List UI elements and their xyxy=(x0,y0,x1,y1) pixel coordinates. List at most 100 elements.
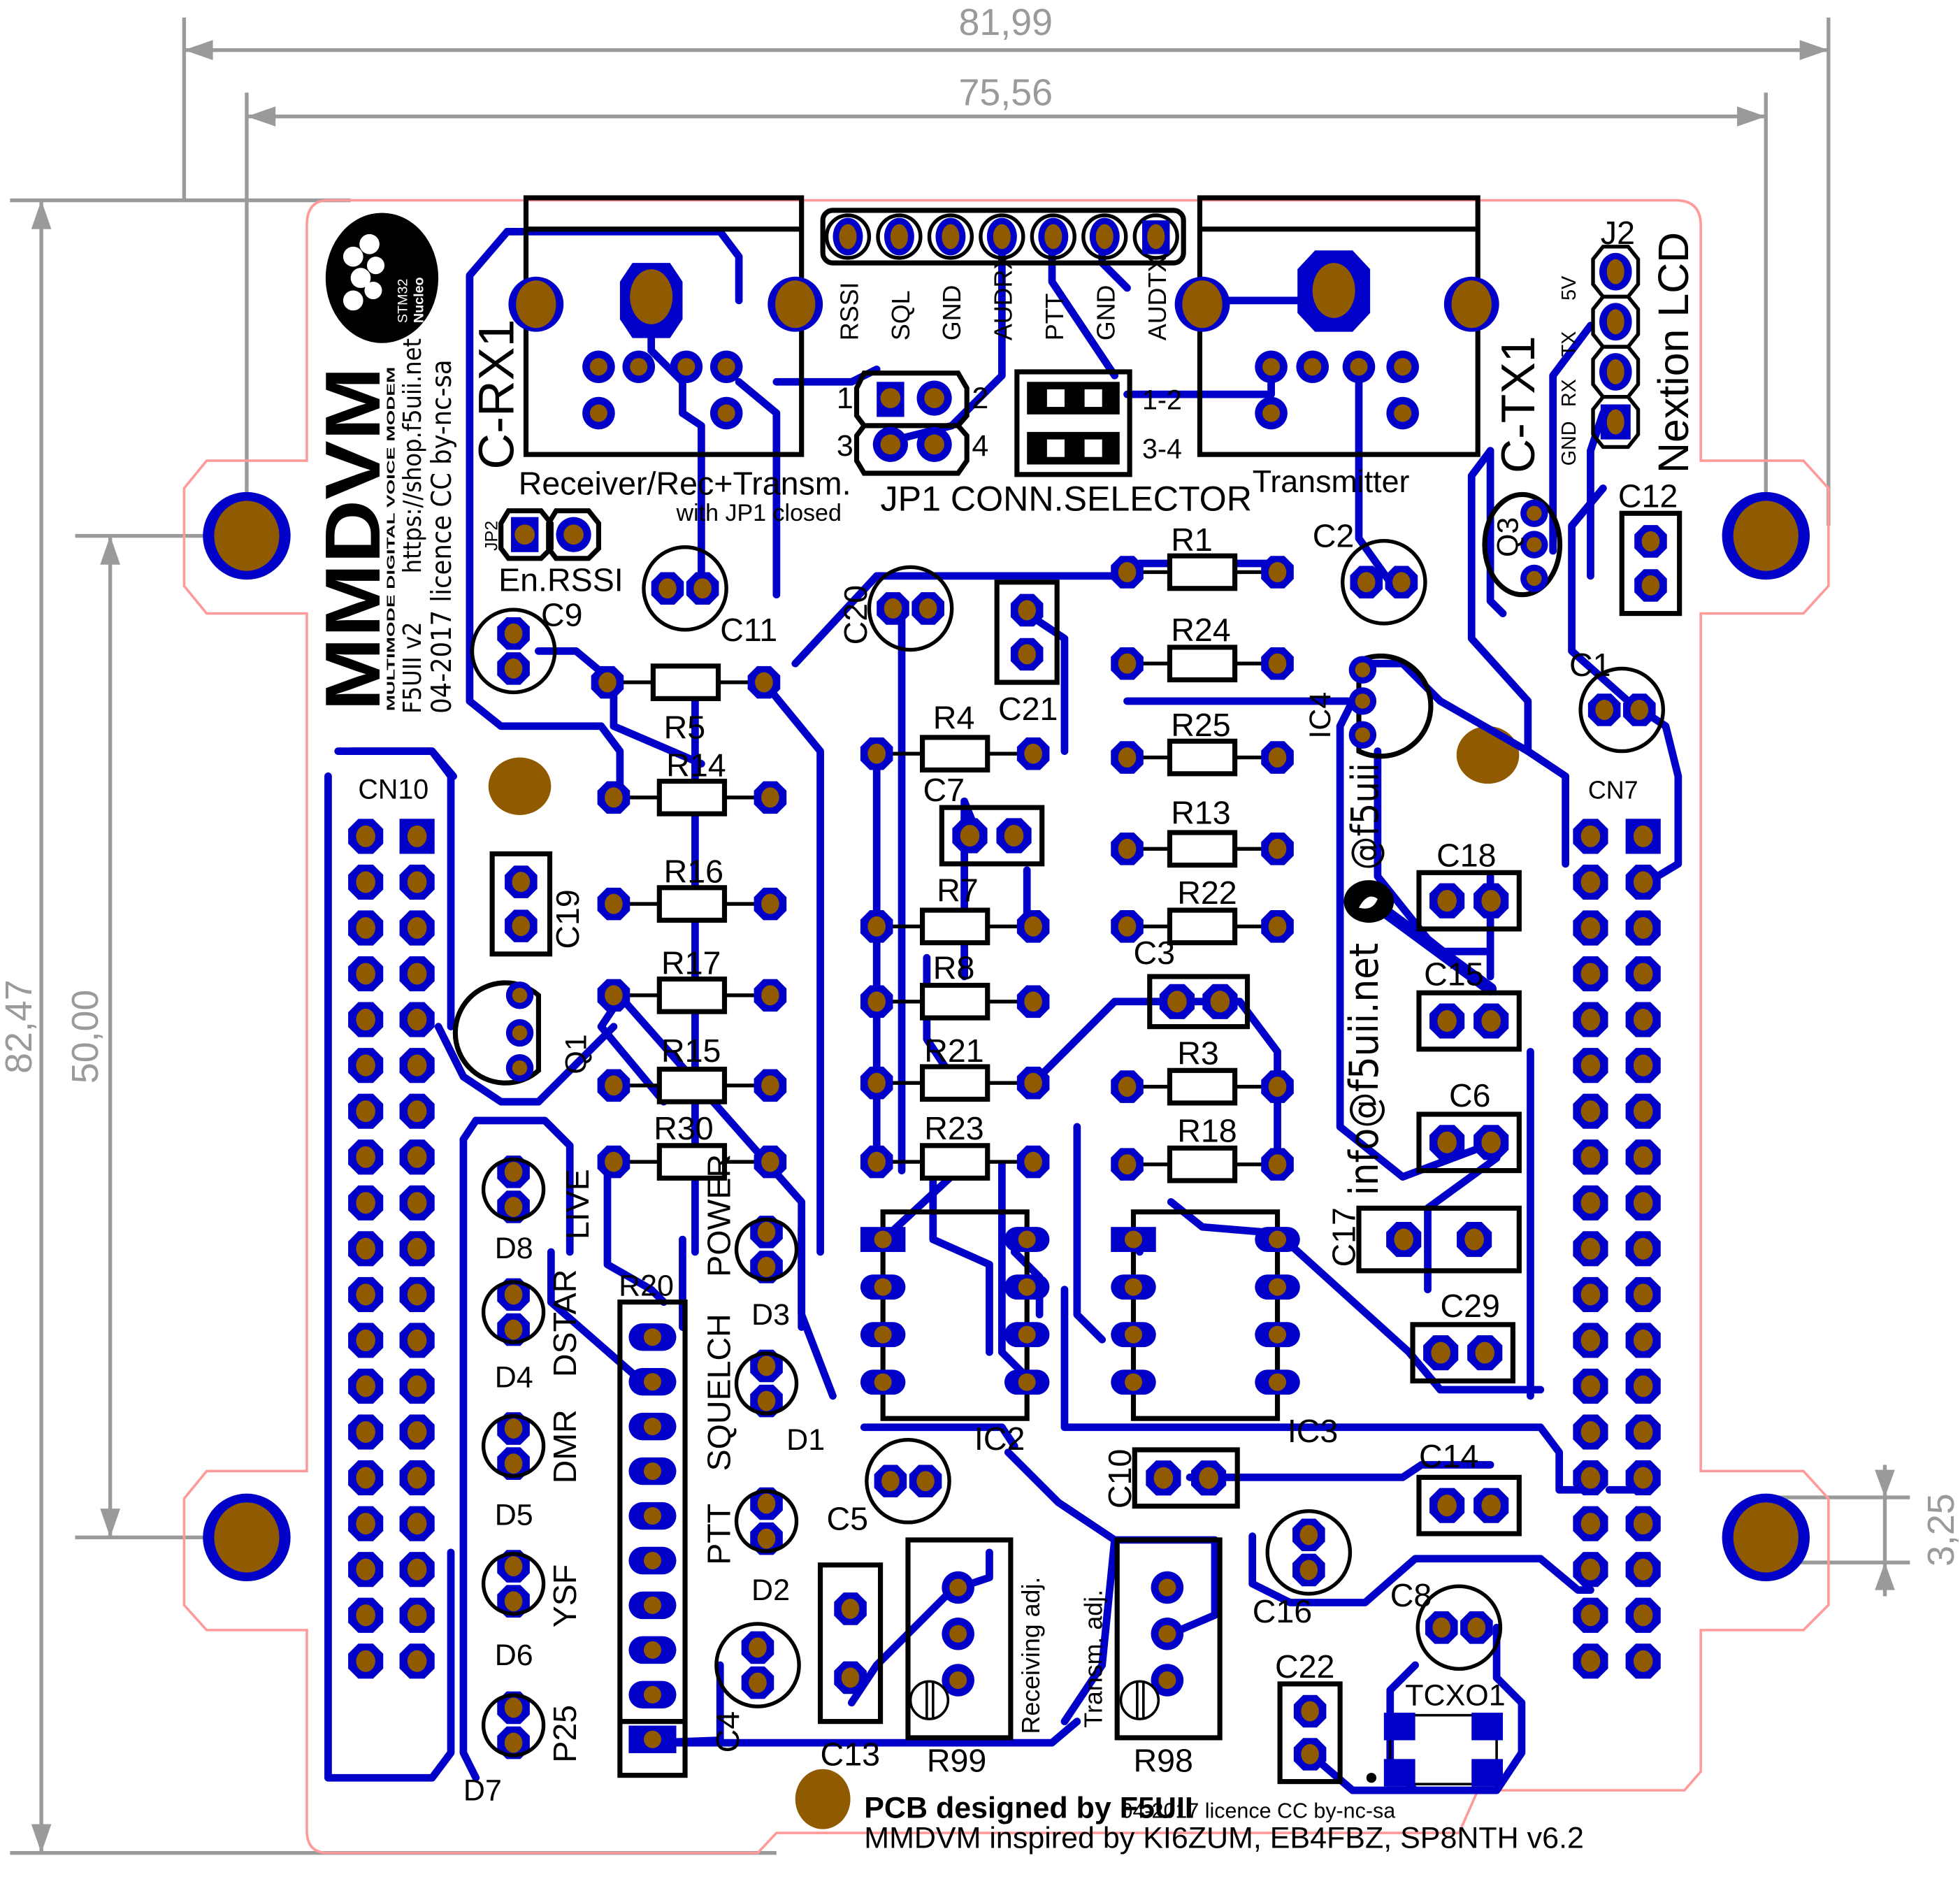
led-ref: D6 xyxy=(495,1639,533,1672)
capacitor-ref: C8 xyxy=(1390,1577,1432,1613)
led-function-label: P25 xyxy=(547,1705,583,1763)
header-pin-rssi xyxy=(824,213,872,260)
capacitor-ref: C14 xyxy=(1419,1438,1478,1474)
j2-pin-gnd: GND xyxy=(1558,422,1580,466)
resistor-r30: R30 xyxy=(597,1110,787,1181)
resistor-r5: R5 xyxy=(591,663,781,746)
resistor-r25: R25 xyxy=(1111,707,1294,777)
capacitor-c19: C19 xyxy=(489,851,586,957)
resistor-ref: R23 xyxy=(924,1110,983,1146)
pcb-layout: 81,99 75,56 82,47 50,00 3,25 C-RX1 Recei… xyxy=(0,1,1960,1855)
dim-hole-offset: 3,25 xyxy=(1920,1493,1960,1567)
capacitor-c10: C10 xyxy=(1102,1447,1240,1509)
jp1-pin-3: 3 xyxy=(837,429,853,463)
resistor-r13: R13 xyxy=(1111,794,1294,868)
ctx1-ref: C-TX1 xyxy=(1492,336,1545,473)
capacitor-ref: C19 xyxy=(549,889,586,949)
header-pin-gnd xyxy=(1081,213,1128,260)
led-ref: D5 xyxy=(495,1498,533,1532)
capacitor-c29: C29 xyxy=(1410,1288,1515,1384)
resistor-r18: R18 xyxy=(1111,1112,1294,1183)
capacitor-c17: C17 xyxy=(1326,1205,1522,1274)
resistor-ref: R3 xyxy=(1177,1035,1219,1071)
resistor-r8: R8 xyxy=(860,950,1050,1021)
capacitor-ref: C6 xyxy=(1449,1077,1491,1114)
capacitor-ref: C22 xyxy=(1275,1648,1334,1685)
header-label-audtx: AUDTX xyxy=(1144,256,1172,340)
resistor-ref: R18 xyxy=(1177,1112,1237,1149)
header-pin-gnd xyxy=(927,213,974,260)
crx1-note: with JP1 closed xyxy=(676,500,842,526)
header-label-rssi: RSSI xyxy=(835,282,863,341)
crx1-ref: C-RX1 xyxy=(469,319,525,470)
resistor-ref: R17 xyxy=(661,944,721,981)
header-label-sql: SQL xyxy=(887,290,915,340)
header-pin-audtx xyxy=(1132,213,1179,260)
jp1-jumper-1-2: 1-2 xyxy=(1142,385,1182,416)
ic4-ref: IC4 xyxy=(1304,692,1337,739)
resistor-ref: R21 xyxy=(924,1032,983,1069)
led-ref: D8 xyxy=(495,1232,533,1265)
nucleo-stm32: STM32 xyxy=(395,279,410,323)
footer-credits: PCB designed by F5UII 04-2017 licence CC… xyxy=(864,1792,1584,1855)
resistor-r17: R17 xyxy=(597,944,787,1014)
r99-ref: R99 xyxy=(927,1742,986,1778)
resistor-r15: R15 xyxy=(597,1032,787,1104)
transistor-q1: Q1 xyxy=(452,980,593,1086)
resistor-r16: R16 xyxy=(597,854,787,923)
jp2-label: En.RSSI xyxy=(498,561,624,598)
dim-hole-spacing: 50,00 xyxy=(64,990,106,1084)
ic2-ref: IC2 xyxy=(974,1420,1025,1457)
led-ref: D2 xyxy=(751,1574,790,1607)
led-d7: D7 P25 xyxy=(463,1691,583,1807)
resistor-ref: R4 xyxy=(933,699,975,735)
led-function-label: PTT xyxy=(701,1504,737,1565)
capacitor-ref: C29 xyxy=(1440,1288,1499,1324)
jumper-jp2: JP2 En.RSSI xyxy=(482,508,624,598)
header-pin-audrx xyxy=(979,213,1025,260)
capacitor-ref: C9 xyxy=(541,597,583,633)
ctx1-label: Transmitter xyxy=(1253,464,1410,499)
q3-ref: Q3 xyxy=(1492,517,1525,557)
resistor-network-r20: R20 xyxy=(617,1269,688,1778)
resistor-r3: R3 xyxy=(1111,1035,1294,1106)
r98-ref: R98 xyxy=(1133,1742,1192,1778)
resistor-r21: R21 xyxy=(860,1032,1050,1102)
capacitor-ref: C13 xyxy=(821,1736,880,1772)
trimmer-r98: R98 Transm. adj. xyxy=(1080,1537,1223,1778)
jp2-ref: JP2 xyxy=(482,521,501,551)
jp1-jumper-3-4: 3-4 xyxy=(1142,434,1182,465)
capacitor-c14: C14 xyxy=(1416,1438,1522,1536)
resistor-ref: R30 xyxy=(654,1110,713,1146)
resistor-ref: R14 xyxy=(666,747,726,783)
resistor-ref: R8 xyxy=(933,950,975,986)
capacitor-ref: C1 xyxy=(1569,647,1611,683)
q1-ref: Q1 xyxy=(560,1034,593,1074)
capacitor-ref: C15 xyxy=(1424,956,1483,993)
resistor-ref: R24 xyxy=(1171,612,1230,648)
brand-tagline: MULTIMODE DIGITAL VOICE MODEM xyxy=(385,367,397,712)
r99-label: Receiving adj. xyxy=(1017,1577,1045,1734)
twitter-handle: @f5uii xyxy=(1343,763,1395,923)
dim-inner-width: 75,56 xyxy=(958,71,1052,113)
capacitor-ref: C17 xyxy=(1326,1207,1362,1267)
header-label-gnd: GND xyxy=(938,285,966,341)
led-d5: D5 DMR xyxy=(481,1409,583,1532)
logo-version: F5UII v2 xyxy=(398,621,427,713)
r98-label: Transm. adj. xyxy=(1080,1590,1108,1728)
dim-overall-width: 81,99 xyxy=(958,1,1052,43)
led-ref: D7 xyxy=(463,1773,502,1807)
capacitor-c8: C8 xyxy=(1390,1577,1503,1671)
led-d2: D2 PTT xyxy=(701,1487,799,1607)
led-function-label: POWER xyxy=(701,1154,737,1277)
led-function-label: LIVE xyxy=(559,1169,596,1239)
resistor-ref: R16 xyxy=(664,854,723,890)
led-d6: D6 YSF xyxy=(481,1550,583,1672)
resistor-ref: R1 xyxy=(1171,521,1213,558)
led-d4: D4 DSTAR xyxy=(481,1269,583,1394)
capacitor-c5: C5 xyxy=(827,1437,951,1537)
j2-pin-tx: TX xyxy=(1558,331,1580,357)
cn7-ref: CN7 xyxy=(1588,777,1638,805)
led-function-label: YSF xyxy=(547,1564,583,1628)
header-label-ptt: PTT xyxy=(1041,293,1069,340)
